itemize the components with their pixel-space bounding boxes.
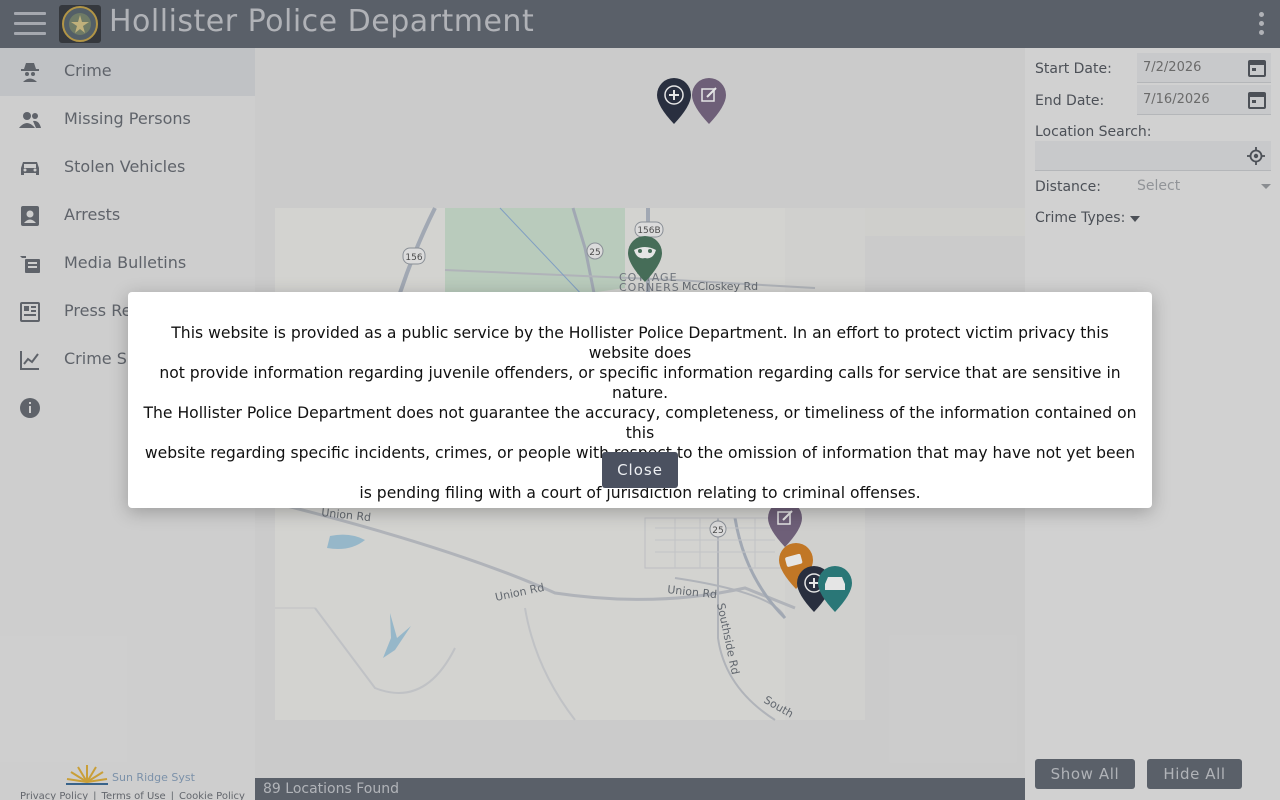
disclaimer-modal: This website is provided as a public ser… xyxy=(128,292,1152,508)
disclaimer-line: This website is provided as a public ser… xyxy=(171,324,1109,362)
disclaimer-line: The Hollister Police Department does not… xyxy=(143,404,1137,442)
close-button[interactable]: Close xyxy=(602,452,678,488)
disclaimer-line: not provide information regarding juveni… xyxy=(159,364,1121,402)
